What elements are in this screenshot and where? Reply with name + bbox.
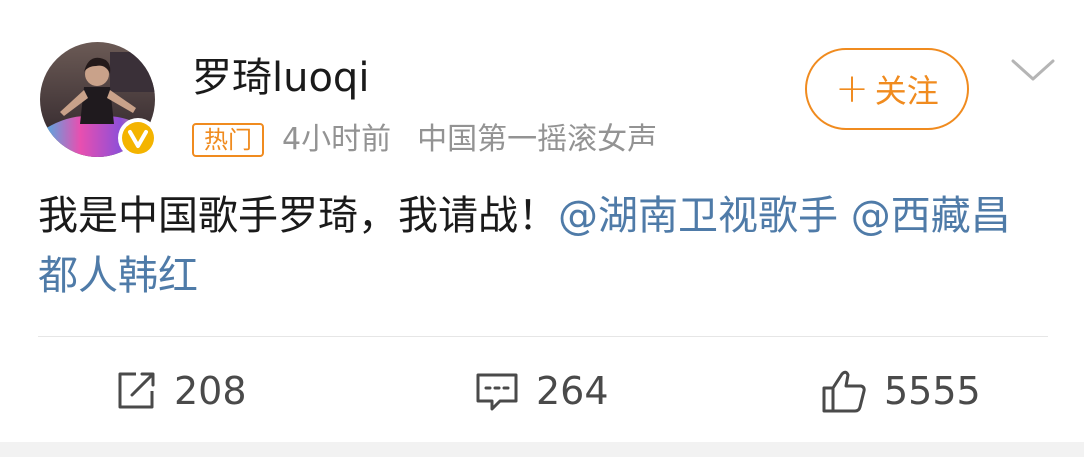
post-meta: 热门 4小时前 中国第一摇滚女声 — [192, 120, 657, 160]
mention-hunan-tv-singer[interactable]: @湖南卫视歌手 — [558, 193, 838, 239]
post-source: 中国第一摇滚女声 — [417, 122, 658, 157]
post-time: 4小时前 — [282, 122, 392, 157]
verified-badge — [118, 118, 158, 158]
verified-v-icon — [122, 122, 154, 154]
divider — [38, 336, 1048, 337]
comment-icon — [476, 373, 518, 411]
weibo-post-card: 罗琦luoqi 热门 4小时前 中国第一摇滚女声 + 关注 我是中国歌手罗琦，我… — [0, 0, 1084, 457]
thumbs-up-icon — [822, 370, 866, 413]
follow-button[interactable]: + 关注 — [805, 48, 969, 130]
chevron-down-icon[interactable] — [1008, 55, 1058, 85]
author-name[interactable]: 罗琦luoqi — [192, 52, 369, 104]
repost-button[interactable]: 208 — [114, 365, 247, 417]
plus-icon: + — [835, 66, 869, 112]
hot-badge: 热门 — [192, 123, 264, 157]
post-body: 我是中国歌手罗琦，我请战！ — [38, 193, 558, 239]
section-separator — [0, 442, 1084, 457]
like-button[interactable]: 5555 — [820, 365, 981, 417]
post-text: 我是中国歌手罗琦，我请战！@湖南卫视歌手 @西藏昌都人韩红 — [38, 186, 1048, 306]
repost-icon — [118, 372, 155, 409]
repost-count: 208 — [174, 369, 247, 413]
comment-count: 264 — [536, 369, 609, 413]
follow-label: 关注 — [874, 72, 939, 110]
like-count: 5555 — [884, 369, 981, 413]
comment-button[interactable]: 264 — [474, 365, 609, 417]
